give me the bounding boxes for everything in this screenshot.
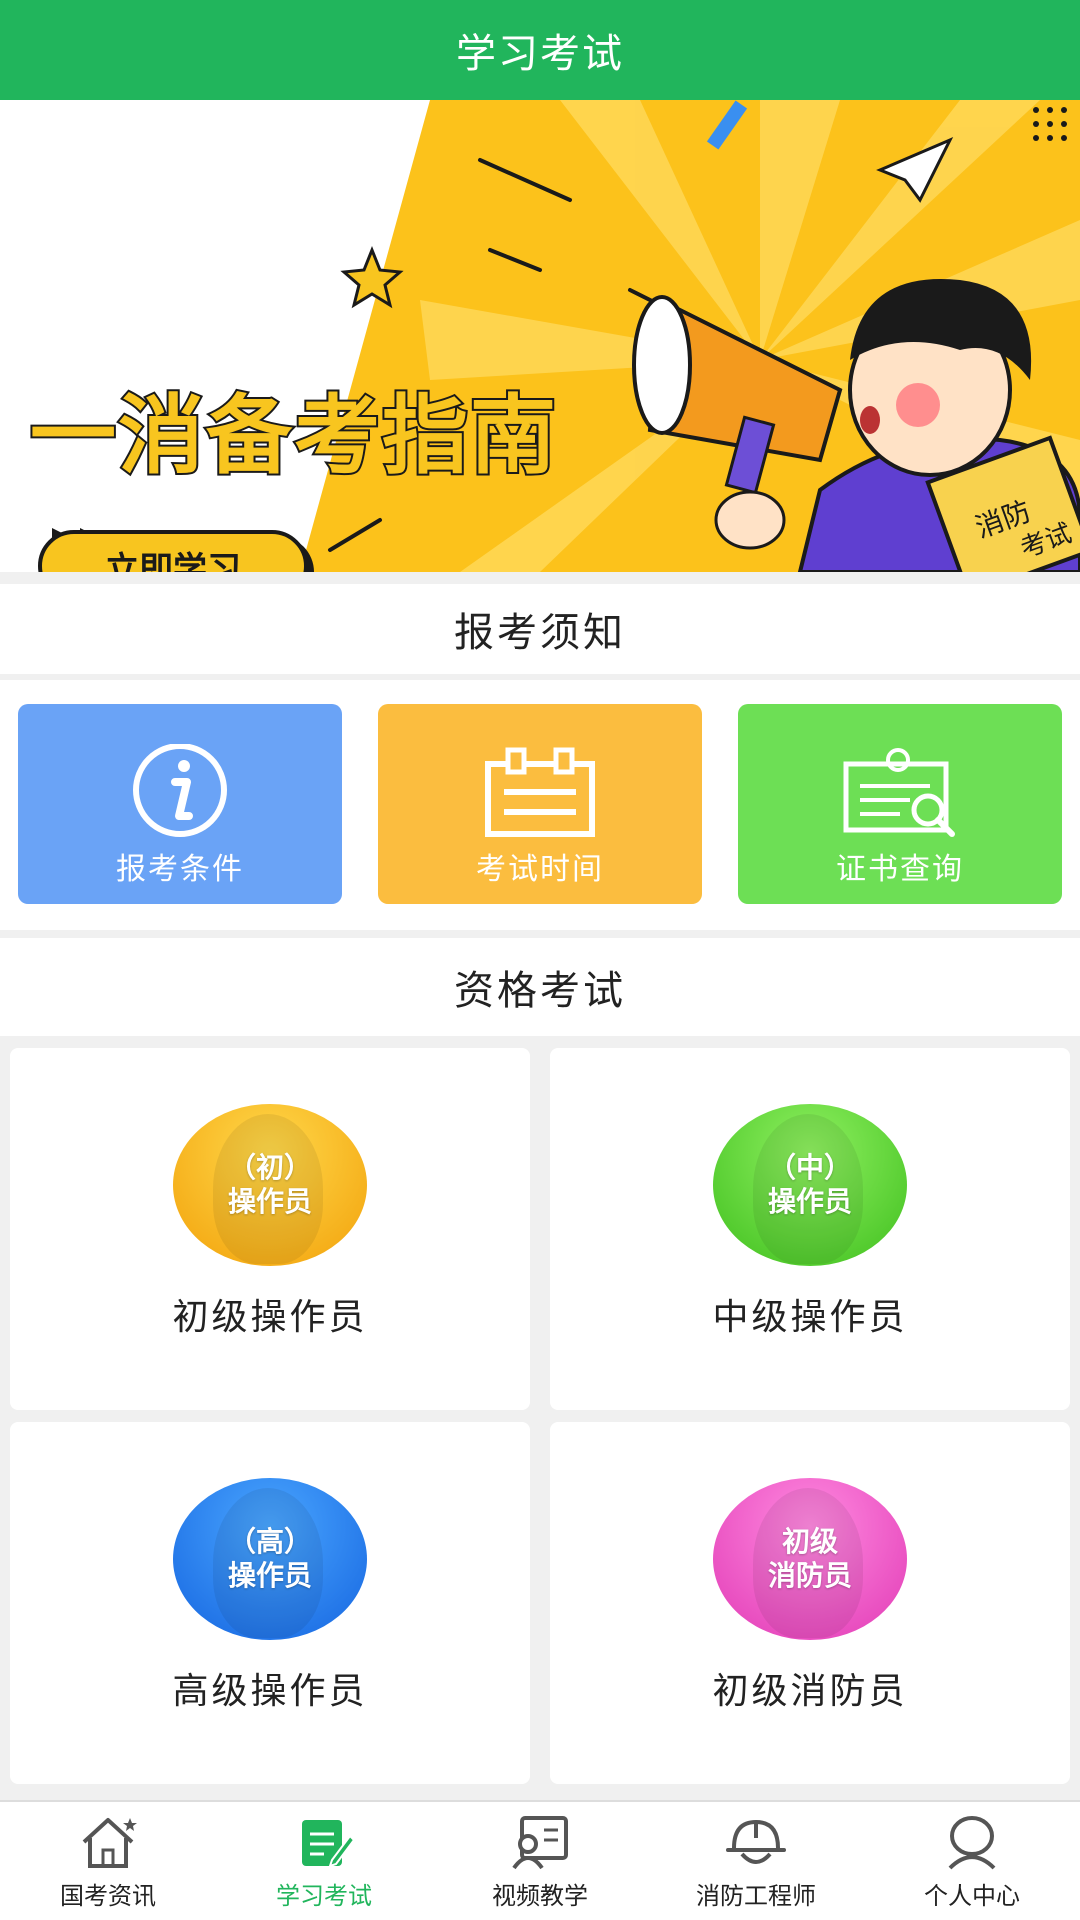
certificate-query-card[interactable]: 证书查询 bbox=[738, 704, 1062, 904]
exam-card-junior-firefighter[interactable]: 初级 消防员 初级消防员 bbox=[550, 1422, 1070, 1784]
nav-item-video[interactable]: 视频教学 bbox=[432, 1802, 648, 1920]
exam-card-label: 高级操作员 bbox=[172, 1671, 368, 1712]
nav-item-study[interactable]: 学习考试 bbox=[216, 1802, 432, 1920]
junior-firefighter-badge-icon: 初级 消防员 bbox=[713, 1478, 907, 1640]
calendar-icon bbox=[480, 744, 600, 840]
exam-card-label: 初级消防员 bbox=[712, 1671, 908, 1712]
banner-illustration: 消防 考试 bbox=[0, 100, 1080, 572]
intermediate-operator-badge-icon: （中） 操作员 bbox=[713, 1104, 907, 1266]
exam-card-senior-operator[interactable]: （高） 操作员 高级操作员 bbox=[10, 1422, 530, 1784]
certificate-query-label: 证书查询 bbox=[836, 852, 964, 887]
nav-label: 消防工程师 bbox=[696, 1882, 816, 1910]
badge-line2: 操作员 bbox=[227, 1185, 312, 1218]
senior-operator-badge-icon: （高） 操作员 bbox=[173, 1478, 367, 1640]
nav-item-profile[interactable]: 个人中心 bbox=[864, 1802, 1080, 1920]
notice-section-title: 报考须知 bbox=[0, 584, 1080, 674]
top-header: 学习考试 bbox=[0, 0, 1080, 100]
info-icon bbox=[125, 744, 235, 840]
promo-banner[interactable]: 消防 考试 一消备考指南 立即学习 bbox=[0, 100, 1080, 572]
start-learning-button[interactable]: 立即学习 bbox=[38, 530, 308, 572]
requirements-card[interactable]: 报考条件 bbox=[18, 704, 342, 904]
nav-label: 学习考试 bbox=[276, 1882, 372, 1910]
badge-line1: （初） bbox=[227, 1151, 312, 1184]
nav-item-news[interactable]: 国考资讯 bbox=[0, 1802, 216, 1920]
person-icon bbox=[940, 1812, 1004, 1872]
badge-line1: （中） bbox=[767, 1151, 852, 1184]
video-teaching-icon bbox=[508, 1812, 572, 1872]
exam-card-label: 初级操作员 bbox=[172, 1297, 368, 1338]
exam-section-title: 资格考试 bbox=[0, 938, 1080, 1036]
notice-row: 报考条件 考试时间 证书查询 bbox=[0, 680, 1080, 930]
certificate-search-icon bbox=[840, 744, 960, 840]
nav-item-fire-engineer[interactable]: 消防工程师 bbox=[648, 1802, 864, 1920]
badge-line1: 初级 bbox=[781, 1525, 838, 1558]
study-icon bbox=[292, 1812, 356, 1872]
junior-operator-badge-icon: （初） 操作员 bbox=[173, 1104, 367, 1266]
badge-line2: 消防员 bbox=[767, 1559, 852, 1592]
bottom-nav: 国考资讯 学习考试 视频教学 消防工程师 个人中心 bbox=[0, 1800, 1080, 1920]
exam-card-junior-operator[interactable]: （初） 操作员 初级操作员 bbox=[10, 1048, 530, 1410]
home-icon bbox=[76, 1812, 140, 1872]
nav-label: 国考资讯 bbox=[60, 1882, 156, 1910]
badge-line2: 操作员 bbox=[227, 1559, 312, 1592]
helmet-icon bbox=[724, 1812, 788, 1872]
app-root: 学习考试 消防 考试 一消备考指南 立即学习 报考须知 报考条件 考试时间 证书… bbox=[0, 0, 1080, 1920]
nav-label: 个人中心 bbox=[924, 1882, 1020, 1910]
badge-line1: （高） bbox=[227, 1525, 312, 1558]
requirements-label: 报考条件 bbox=[116, 852, 244, 887]
exam-card-label: 中级操作员 bbox=[712, 1297, 908, 1338]
exam-card-intermediate-operator[interactable]: （中） 操作员 中级操作员 bbox=[550, 1048, 1070, 1410]
page-title: 学习考试 bbox=[456, 31, 624, 77]
badge-line2: 操作员 bbox=[767, 1185, 852, 1218]
banner-headline: 一消备考指南 bbox=[28, 384, 558, 488]
exam-time-label: 考试时间 bbox=[476, 852, 604, 887]
exam-time-card[interactable]: 考试时间 bbox=[378, 704, 702, 904]
nav-label: 视频教学 bbox=[492, 1882, 588, 1910]
